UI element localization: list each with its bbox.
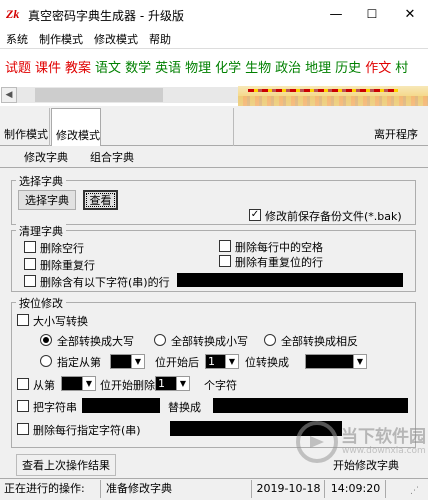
chevron-down-icon: ▼ (225, 355, 238, 368)
positional-title: 按位修改 (16, 295, 66, 311)
delete-duplicates-label: 删除重复行 (40, 259, 95, 272)
view-last-result-button[interactable]: 查看上次操作结果 (16, 454, 116, 476)
all-swap-label: 全部转换成相反 (281, 335, 358, 348)
all-lower-radio[interactable] (154, 334, 166, 346)
resize-grip-icon[interactable]: ⋰ (410, 486, 424, 498)
replace-from-input[interactable] (82, 398, 160, 413)
subject-link[interactable]: 生物 (245, 57, 271, 76)
status-date: 2019-10-18 (253, 480, 325, 498)
status-value: 准备修改字典 (102, 480, 252, 498)
status-time: 14:09:20 (326, 480, 386, 498)
status-label: 正在进行的操作: (0, 480, 101, 498)
scroll-left-arrow-icon[interactable]: ◀ (1, 87, 17, 103)
delete-from-checkbox[interactable] (17, 378, 29, 390)
tab-modify-dict[interactable]: 修改字典 (24, 149, 68, 165)
subject-link[interactable]: 地理 (305, 57, 331, 76)
subject-link[interactable]: 课件 (35, 57, 61, 76)
chevron-down-icon: ▼ (176, 377, 189, 390)
subject-link[interactable]: 数学 (125, 57, 151, 76)
app-window: Zk 真空密码字典生成器 - 升级版 — ☐ ✕ 系统 制作模式 修改模式 帮助… (0, 0, 428, 500)
watermark-text: 当下软件园 (341, 427, 426, 447)
after-count-value: 1 (206, 355, 225, 368)
subject-link[interactable]: 村 (395, 57, 408, 76)
close-button[interactable]: ✕ (392, 0, 428, 28)
case-convert-checkbox[interactable] (17, 314, 29, 326)
specify-radio[interactable] (40, 355, 52, 367)
delete-start-label: 位开始删除 (100, 379, 155, 392)
menu-make-mode[interactable]: 制作模式 (33, 28, 88, 48)
select-dict-button[interactable]: 选择字典 (18, 190, 76, 210)
subject-link-bar: 试题 课件 教案 语文 数学 英语 物理 化学 生物 政治 地理 历史 作文村 (0, 48, 428, 84)
case-convert-label: 大小写转换 (33, 315, 88, 328)
delete-spaces-checkbox[interactable] (219, 240, 231, 252)
subject-link[interactable]: 物理 (185, 57, 211, 76)
minimize-button[interactable]: — (318, 0, 354, 28)
clean-dict-title: 清理字典 (16, 223, 66, 239)
app-logo-icon: Zk (6, 7, 20, 21)
subject-link[interactable]: 教案 (65, 57, 91, 76)
replace-checkbox[interactable] (17, 400, 29, 412)
delete-containing-input[interactable] (177, 273, 403, 287)
delete-position-select[interactable]: ▼ (61, 376, 96, 391)
chevron-down-icon: ▼ (353, 355, 366, 368)
delete-from-label: 从第 (33, 379, 55, 392)
scrollbar-thumb[interactable] (35, 88, 163, 102)
convert-type-select[interactable]: ▼ (305, 354, 367, 369)
char-unit-label: 个字符 (204, 379, 237, 392)
start-after-label: 位开始后 (155, 356, 199, 369)
delete-repeated-label: 删除有重复位的行 (235, 256, 323, 269)
start-modify-button[interactable]: 开始修改字典 (312, 454, 420, 476)
delete-count-select[interactable]: 1 ▼ (155, 376, 190, 391)
subject-link[interactable]: 政治 (275, 57, 301, 76)
menu-system[interactable]: 系统 (0, 28, 33, 48)
backup-checkbox[interactable]: ✓ (249, 209, 261, 221)
tab-combine-dict[interactable]: 组合字典 (90, 149, 134, 165)
subject-link[interactable]: 作文 (365, 57, 391, 76)
replace-to-input[interactable] (213, 398, 408, 413)
tab-exit-program[interactable]: 离开程序 (234, 108, 428, 146)
subject-link[interactable]: 化学 (215, 57, 241, 76)
backup-label: 修改前保存备份文件(*.bak) (265, 210, 402, 223)
delete-empty-checkbox[interactable] (24, 241, 36, 253)
tab-make-mode[interactable]: 制作模式 (0, 108, 50, 146)
delete-containing-checkbox[interactable] (24, 275, 36, 287)
chevron-down-icon: ▼ (131, 355, 144, 368)
delete-duplicates-checkbox[interactable] (24, 258, 36, 270)
banner-image (238, 86, 428, 106)
replace-with-label: 替换成 (168, 401, 201, 414)
view-button[interactable]: 查看 (83, 190, 118, 210)
delete-each-line-label: 删除每行指定字符(串) (33, 424, 141, 437)
delete-repeated-checkbox[interactable] (219, 255, 231, 267)
subject-link[interactable]: 语文 (95, 57, 121, 76)
delete-containing-label: 删除含有以下字符(串)的行 (40, 276, 170, 289)
tab-modify-mode[interactable]: 修改模式 (51, 108, 101, 146)
title-bar: Zk 真空密码字典生成器 - 升级版 — ☐ ✕ (0, 0, 428, 28)
subject-link[interactable]: 英语 (155, 57, 181, 76)
specify-position-select[interactable]: ▼ (110, 354, 145, 369)
all-lower-label: 全部转换成小写 (171, 335, 248, 348)
select-dict-title: 选择字典 (16, 173, 66, 189)
delete-each-line-checkbox[interactable] (17, 423, 29, 435)
window-title: 真空密码字典生成器 - 升级版 (28, 9, 184, 23)
menu-modify-mode[interactable]: 修改模式 (88, 28, 143, 48)
delete-count-value: 1 (156, 377, 176, 390)
convert-to-label: 位转换成 (245, 356, 289, 369)
specify-from-label: 指定从第 (57, 356, 101, 369)
all-upper-radio[interactable] (40, 334, 52, 346)
subject-link[interactable]: 试题 (5, 57, 31, 76)
after-count-select[interactable]: 1 ▼ (205, 354, 239, 369)
delete-spaces-label: 删除每行中的空格 (235, 241, 323, 254)
menu-help[interactable]: 帮助 (143, 28, 176, 48)
delete-empty-label: 删除空行 (40, 242, 84, 255)
replace-string-label: 把字符串 (33, 401, 77, 414)
tab-spacer (102, 108, 234, 146)
subject-link[interactable]: 历史 (335, 57, 361, 76)
menu-bar: 系统 制作模式 修改模式 帮助 (0, 28, 428, 48)
chevron-down-icon: ▼ (82, 377, 95, 390)
all-swap-radio[interactable] (264, 334, 276, 346)
maximize-button[interactable]: ☐ (354, 0, 390, 28)
all-upper-label: 全部转换成大写 (57, 335, 134, 348)
